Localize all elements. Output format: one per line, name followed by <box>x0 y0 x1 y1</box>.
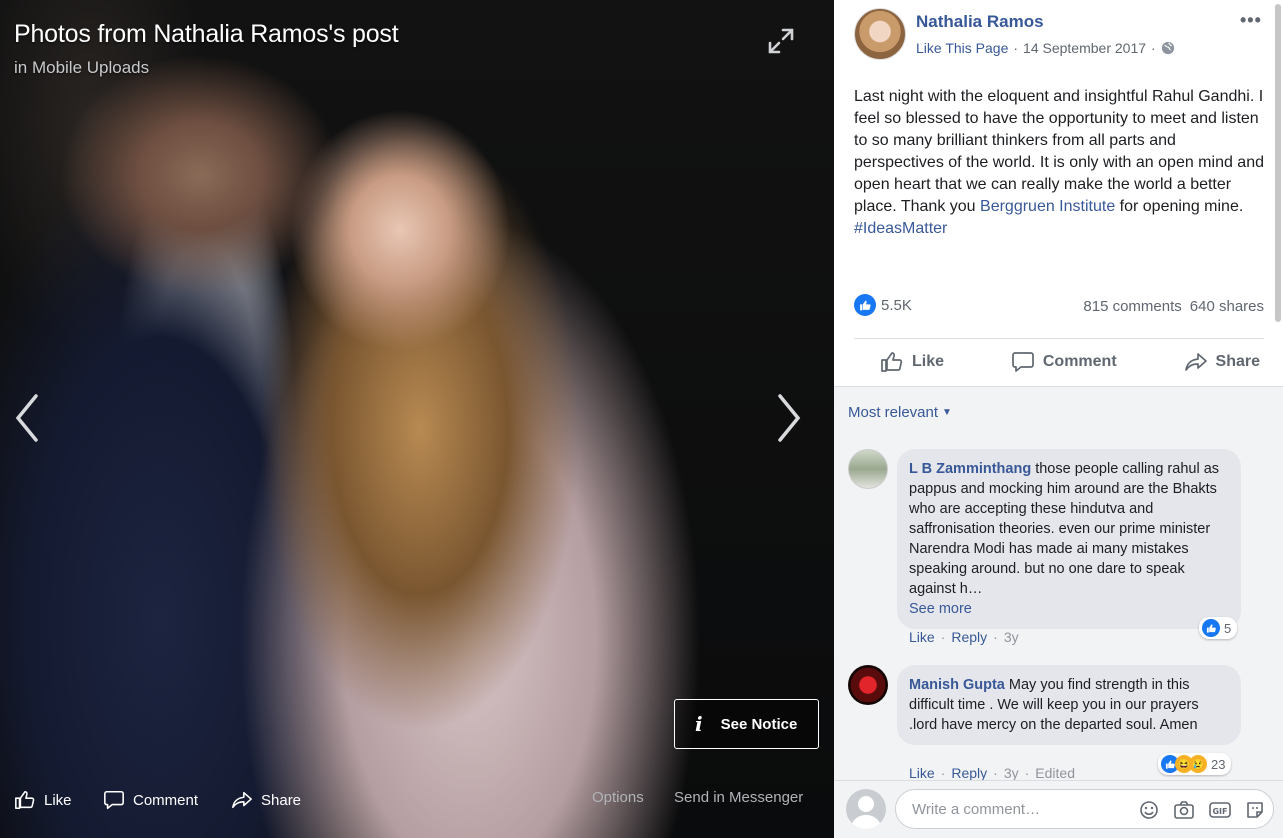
camera-icon[interactable] <box>1173 800 1195 820</box>
separator: · <box>940 765 946 780</box>
next-photo-icon[interactable] <box>770 388 810 448</box>
photo-share-label: Share <box>261 791 302 809</box>
sticker-icon[interactable] <box>1245 800 1265 820</box>
see-notice-label: See Notice <box>720 715 798 733</box>
comments-count[interactable]: 815 comments <box>1083 298 1181 315</box>
post-share-button[interactable]: Share <box>1184 346 1260 378</box>
separator: · <box>1024 765 1030 780</box>
photo-share-button[interactable]: Share <box>231 789 301 811</box>
composer-tools: GIF <box>1139 800 1265 820</box>
like-this-page-link[interactable]: Like This Page <box>916 40 1008 56</box>
send-in-messenger-link[interactable]: Send in Messenger <box>674 789 803 806</box>
comments-list: L B Zamminthang those people calling rah… <box>834 437 1283 780</box>
share-icon <box>1184 353 1207 371</box>
expand-icon[interactable] <box>766 26 796 56</box>
post-comment-label: Comment <box>1042 353 1117 370</box>
divider <box>854 338 1264 339</box>
info-icon: i <box>695 712 703 736</box>
sad-reaction-icon: 😢 <box>1189 755 1207 773</box>
commenter-avatar[interactable] <box>848 665 888 705</box>
reaction-summary[interactable]: 5.5K <box>854 294 912 316</box>
album-link[interactable]: in Mobile Uploads <box>14 58 149 78</box>
comment-text: those people calling rahul as pappus and… <box>909 461 1220 597</box>
previous-photo-icon[interactable] <box>6 388 46 448</box>
edited-label: Edited <box>1035 765 1075 780</box>
comment-icon <box>104 790 124 810</box>
thumbs-up-icon <box>881 352 903 372</box>
comment-actions: Like · Reply · 3y <box>909 629 1019 645</box>
post-action-row: Like Comment Share <box>854 346 1264 378</box>
post-text: Last night with the eloquent and insight… <box>854 88 1264 215</box>
emoji-icon[interactable] <box>1139 800 1159 820</box>
sort-label: Most relevant <box>848 404 939 421</box>
comment-reaction-count: 5 <box>1224 620 1232 636</box>
like-reaction-icon <box>1202 619 1220 637</box>
comment-reply-link[interactable]: Reply <box>951 765 987 780</box>
commenter-name[interactable]: L B Zamminthang <box>909 461 1031 477</box>
post-text-after: for opening mine. <box>1115 198 1244 215</box>
comment-sort-dropdown[interactable]: Most relevant ▼ <box>834 387 1283 437</box>
berggruen-institute-link[interactable]: Berggruen Institute <box>980 198 1115 215</box>
comment-icon <box>1012 352 1034 372</box>
panel-scrollbar[interactable] <box>1275 4 1281 322</box>
separator: · <box>993 629 998 645</box>
comment-actions: Like · Reply · 3y · Edited <box>909 765 1075 780</box>
post-meta: Like This Page · 14 September 2017 · <box>916 40 1175 56</box>
post-panel: Nathalia Ramos Like This Page · 14 Septe… <box>834 0 1283 838</box>
caret-down-icon: ▼ <box>942 407 952 418</box>
photo-action-bar: Like Comment Share Options Send in Messe… <box>0 780 834 820</box>
photo-comment-label: Comment <box>133 791 199 809</box>
ideasmatter-hashtag[interactable]: #IdeasMatter <box>854 220 947 237</box>
photo-like-button[interactable]: Like <box>14 789 72 811</box>
separator: · <box>993 765 998 780</box>
reaction-count: 5.5K <box>881 296 912 314</box>
comment-bubble: Manish Gupta May you find strength in th… <box>897 665 1241 745</box>
post-like-label: Like <box>912 353 945 370</box>
comment-reply-link[interactable]: Reply <box>951 629 987 645</box>
post-date[interactable]: 14 September 2017 <box>1023 40 1146 56</box>
post-comment-button[interactable]: Comment <box>1011 346 1117 378</box>
comment-reactions[interactable]: 5 <box>1199 617 1238 639</box>
globe-icon <box>1161 41 1174 55</box>
post-counts: 815 comments 640 shares <box>1083 298 1264 315</box>
comment-like-link[interactable]: Like <box>909 765 935 780</box>
share-icon <box>232 791 252 809</box>
more-options-icon[interactable]: ••• <box>1240 10 1262 31</box>
comment-bubble: L B Zamminthang those people calling rah… <box>897 449 1241 629</box>
comment-age[interactable]: 3y <box>1004 629 1019 645</box>
current-user-avatar <box>846 789 886 829</box>
shares-count[interactable]: 640 shares <box>1190 298 1264 315</box>
svg-text:GIF: GIF <box>1212 807 1227 816</box>
like-reaction-icon <box>854 294 876 316</box>
comment-placeholder: Write a comment… <box>912 800 1041 818</box>
separator: · <box>940 629 946 645</box>
commenter-name[interactable]: Manish Gupta <box>909 677 1005 693</box>
meta-separator: · <box>1151 40 1156 56</box>
post-body: Last night with the eloquent and insight… <box>854 86 1269 240</box>
photo-comment-button[interactable]: Comment <box>103 789 198 811</box>
gif-icon[interactable]: GIF <box>1209 800 1231 820</box>
post-like-button[interactable]: Like <box>880 346 944 378</box>
post-author[interactable]: Nathalia Ramos <box>916 12 1044 32</box>
post-share-label: Share <box>1215 353 1260 370</box>
meta-separator: · <box>1013 40 1019 56</box>
comment-composer: Write a comment… GIF <box>834 780 1283 838</box>
comment-reactions[interactable]: 😆 😢 23 <box>1158 753 1232 775</box>
see-more-link[interactable]: See more <box>909 601 972 617</box>
photo-like-label: Like <box>44 791 72 809</box>
comment-reaction-count: 23 <box>1211 756 1226 772</box>
comment-age[interactable]: 3y <box>1004 765 1019 780</box>
write-comment-input[interactable]: Write a comment… GIF <box>895 789 1274 829</box>
photo-viewer: Photos from Nathalia Ramos's post in Mob… <box>0 0 834 838</box>
options-link[interactable]: Options <box>592 789 644 806</box>
photo-viewer-title: Photos from Nathalia Ramos's post <box>14 20 399 48</box>
commenter-avatar[interactable] <box>848 449 888 489</box>
thumbs-up-icon <box>15 790 35 810</box>
comment-like-link[interactable]: Like <box>909 629 935 645</box>
page-avatar[interactable] <box>854 8 906 60</box>
see-notice-button[interactable]: i See Notice <box>674 699 819 749</box>
